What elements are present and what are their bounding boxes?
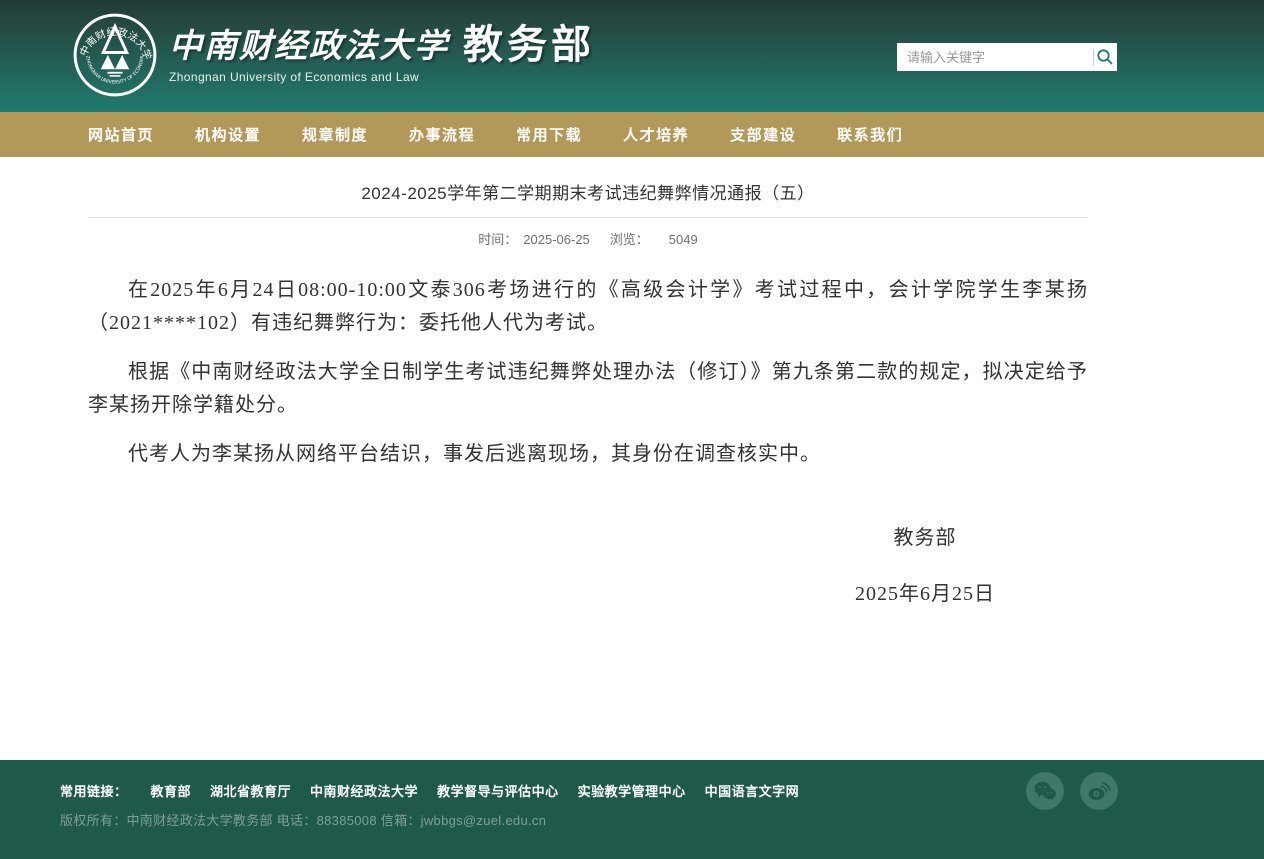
footer-link-experiment-center[interactable]: 实验教学管理中心 xyxy=(578,781,686,800)
search-button[interactable] xyxy=(1094,43,1117,71)
seal-icon: 中南财经政法大学 ZHONGNAN UNIVERSITY OF ECONOMIC… xyxy=(73,13,157,97)
article-body: 在2025年6月24日08:00-10:00文泰306考场进行的《高级会计学》考… xyxy=(88,274,1088,471)
footer-links-label: 常用链接： xyxy=(60,781,128,800)
signature-block: 教务部 2025年6月25日 xyxy=(785,521,1065,606)
article-meta: 时间： 2025-06-25 浏览： 5049 xyxy=(88,229,1088,248)
wechat-glyph xyxy=(1033,780,1057,802)
search-input[interactable] xyxy=(897,43,1093,71)
footer-copyright: 版权所有：中南财经政法大学教务部 电话：88385008 信箱：jwbbgs@z… xyxy=(60,810,1264,829)
paragraph-1: 在2025年6月24日08:00-10:00文泰306考场进行的《高级会计学》考… xyxy=(88,274,1088,340)
nav-item-regulations[interactable]: 规章制度 xyxy=(302,124,368,145)
wechat-icon[interactable] xyxy=(1026,772,1064,810)
footer-link-supervision-center[interactable]: 教学督导与评估中心 xyxy=(437,781,559,800)
nav-item-contact[interactable]: 联系我们 xyxy=(837,124,903,145)
search-box xyxy=(897,43,1117,71)
nav-item-organization[interactable]: 机构设置 xyxy=(195,124,261,145)
nav-item-party-branch[interactable]: 支部建设 xyxy=(730,124,796,145)
university-name-cn: 中南财经政法大学 xyxy=(169,24,449,68)
footer-social-icons xyxy=(1026,772,1118,810)
footer-link-language-net[interactable]: 中国语言文字网 xyxy=(705,781,800,800)
paragraph-2: 根据《中南财经政法大学全日制学生考试违纪舞弊处理办法（修订）》第九条第二款的规定… xyxy=(88,356,1088,422)
university-seal-logo[interactable]: 中南财经政法大学 ZHONGNAN UNIVERSITY OF ECONOMIC… xyxy=(73,13,157,97)
meta-views-label: 浏览： xyxy=(610,232,649,247)
footer-link-hubei-edu[interactable]: 湖北省教育厅 xyxy=(210,781,291,800)
brand-block: 中南财经政法大学 教务部 Zhongnan University of Econ… xyxy=(169,22,595,84)
nav-item-downloads[interactable]: 常用下载 xyxy=(516,124,582,145)
nav-item-home[interactable]: 网站首页 xyxy=(88,124,154,145)
site-footer: 常用链接： 教育部 湖北省教育厅 中南财经政法大学 教学督导与评估中心 实验教学… xyxy=(0,760,1264,859)
weibo-glyph xyxy=(1087,780,1111,802)
meta-time-value: 2025-06-25 xyxy=(523,232,590,247)
meta-time-label: 时间： xyxy=(478,232,517,247)
university-name-en: Zhongnan University of Economics and Law xyxy=(169,70,595,84)
weibo-icon[interactable] xyxy=(1080,772,1118,810)
nav-item-talent[interactable]: 人才培养 xyxy=(623,124,689,145)
page: 中南财经政法大学 ZHONGNAN UNIVERSITY OF ECONOMIC… xyxy=(0,0,1264,859)
article: 2024-2025学年第二学期期末考试违纪舞弊情况通报（五） 时间： 2025-0… xyxy=(88,157,1088,606)
paragraph-3: 代考人为李某扬从网络平台结识，事发后逃离现场，其身份在调查核实中。 xyxy=(88,438,1088,471)
article-title: 2024-2025学年第二学期期末考试违纪舞弊情况通报（五） xyxy=(88,179,1088,218)
main-nav: 网站首页 机构设置 规章制度 办事流程 常用下载 人才培养 支部建设 联系我们 xyxy=(0,112,1264,157)
signature-department: 教务部 xyxy=(785,521,1065,550)
meta-views-value: 5049 xyxy=(669,232,698,247)
nav-item-procedures[interactable]: 办事流程 xyxy=(409,124,475,145)
search-icon xyxy=(1096,48,1114,66)
footer-link-zuel[interactable]: 中南财经政法大学 xyxy=(310,781,418,800)
footer-link-moe[interactable]: 教育部 xyxy=(151,781,192,800)
department-name: 教务部 xyxy=(463,22,595,68)
site-header: 中南财经政法大学 ZHONGNAN UNIVERSITY OF ECONOMIC… xyxy=(0,0,1264,112)
content-area: 2024-2025学年第二学期期末考试违纪舞弊情况通报（五） 时间： 2025-0… xyxy=(0,157,1264,760)
signature-date: 2025年6月25日 xyxy=(785,577,1065,606)
